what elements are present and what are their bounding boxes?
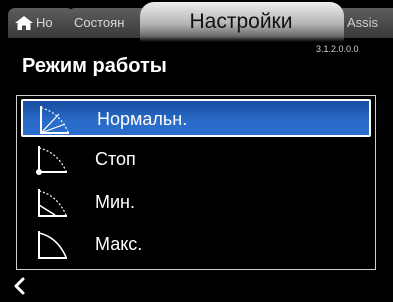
stop-mode-icon [36,146,67,175]
back-arrow-icon[interactable] [8,274,32,298]
min-mode-icon [38,189,67,217]
list-item-stop[interactable]: Стоп [21,141,371,179]
list-item-min[interactable]: Мин. [21,184,371,222]
max-mode-icon [38,231,67,259]
screen: Ho Состоян Assis Настройки 3.1.2.0.0.0 Р… [0,0,393,302]
list-item-label: Мин. [95,192,135,212]
page-title: Режим работы [22,55,167,77]
list-item-label: Нормальн. [97,109,188,129]
tab-status-label: Состоян [74,15,125,30]
version-text: 3.1.2.0.0.0 [316,44,359,54]
list-item-label: Стоп [95,149,136,169]
tab-assist-label: Assis [347,15,379,30]
home-icon [15,16,33,30]
list-item-normal[interactable]: Нормальн. [21,99,371,137]
operating-mode-list: Нормальн. Стоп Мин. Макс. [16,95,376,270]
tab-bar: Ho Состоян Assis Настройки [0,0,393,42]
list-item-max[interactable]: Макс. [21,226,371,264]
list-item-label: Макс. [95,234,143,254]
tab-settings-label: Настройки [189,10,293,33]
normal-mode-icon [40,106,69,134]
tab-home-label: Ho [36,15,53,30]
